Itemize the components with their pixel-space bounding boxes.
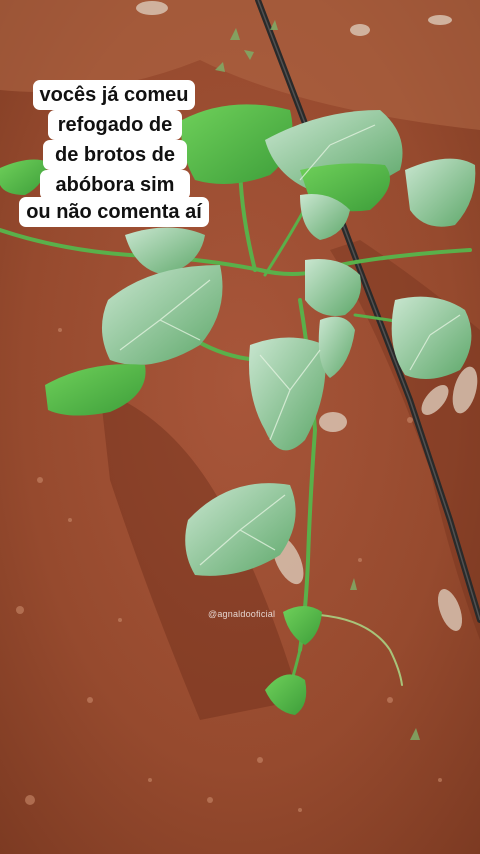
leaf-right-mid — [391, 296, 472, 379]
photo-scene — [0, 0, 480, 854]
watermark-handle: @agnaldooficial — [208, 609, 276, 619]
